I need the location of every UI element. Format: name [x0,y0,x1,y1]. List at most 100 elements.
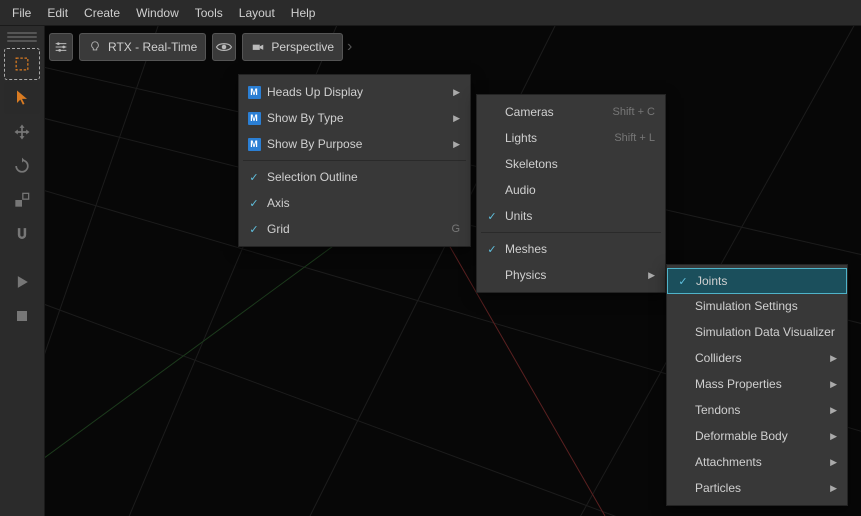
menu-shortcut: G [433,223,460,235]
render-mode-label: RTX - Real-Time [108,40,197,54]
menu-label: Selection Outline [261,170,460,184]
menubar: File Edit Create Window Tools Layout Hel… [0,0,861,26]
menu-shortcut: Shift + C [595,106,656,118]
menu-label: Attachments [689,455,825,469]
menu-item-deformable-body[interactable]: Deformable Body ▶ [667,423,847,449]
magnet-icon [12,224,32,244]
separator [243,160,466,161]
menu-tools[interactable]: Tools [187,2,231,24]
camera-icon [251,40,265,54]
menu-item-simulation-data-visualizer[interactable]: Simulation Data Visualizer [667,319,847,345]
menu-item-cameras[interactable]: Cameras Shift + C [477,99,665,125]
menu-item-show-by-type[interactable]: M Show By Type ▶ [239,105,470,131]
menu-item-mass-properties[interactable]: Mass Properties ▶ [667,371,847,397]
menu-label: Particles [689,481,825,495]
chevron-right-icon: ▶ [448,113,460,124]
select-box-tool[interactable] [4,48,40,80]
menu-item-particles[interactable]: Particles ▶ [667,475,847,501]
check-icon: ✓ [485,210,499,223]
move-tool[interactable] [4,116,40,148]
eye-icon [215,38,233,56]
chevron-right-icon: ▶ [825,353,837,364]
menu-label: Heads Up Display [261,85,448,99]
menu-label: Show By Purpose [261,137,448,151]
camera-mode-dropdown[interactable]: Perspective [242,33,343,61]
chevron-right-icon: ▶ [825,483,837,494]
menu-label: Lights [499,131,596,145]
camera-mode-label: Perspective [271,40,334,54]
menu-item-simulation-settings[interactable]: Simulation Settings [667,293,847,319]
visibility-button[interactable] [212,33,236,61]
menu-item-selection-outline[interactable]: ✓ Selection Outline [239,164,470,190]
grip-icon [7,32,37,42]
menu-item-skeletons[interactable]: Skeletons [477,151,665,177]
chevron-right-icon: ▶ [825,431,837,442]
lightbulb-icon [88,40,102,54]
chevron-right-icon: ▶ [825,379,837,390]
check-icon: ✓ [485,243,499,256]
menu-item-colliders[interactable]: Colliders ▶ [667,345,847,371]
cube-dashed-icon [12,54,32,74]
menu-label: Colliders [689,351,825,365]
scale-icon [12,190,32,210]
menu-item-attachments[interactable]: Attachments ▶ [667,449,847,475]
physics-menu: ✓ Joints Simulation Settings Simulation … [666,264,848,506]
module-badge-icon: M [247,138,261,151]
stop-icon [12,306,32,326]
menu-shortcut: Shift + L [596,132,655,144]
menu-item-audio[interactable]: Audio [477,177,665,203]
separator [481,232,661,233]
rotate-tool[interactable] [4,150,40,182]
menu-file[interactable]: File [4,2,39,24]
menu-label: Tendons [689,403,825,417]
menu-label: Grid [261,222,433,236]
settings-button[interactable] [49,33,73,61]
check-icon: ✓ [247,197,261,210]
cursor-tool[interactable] [4,82,40,114]
menu-item-axis[interactable]: ✓ Axis [239,190,470,216]
menu-label: Physics [499,268,643,282]
menu-item-units[interactable]: ✓ Units [477,203,665,229]
snap-tool[interactable] [4,218,40,250]
scale-tool[interactable] [4,184,40,216]
menu-window[interactable]: Window [128,2,187,24]
menu-item-heads-up-display[interactable]: M Heads Up Display ▶ [239,79,470,105]
chevron-right-icon: ▶ [448,87,460,98]
module-badge-icon: M [247,112,261,125]
menu-layout[interactable]: Layout [231,2,283,24]
menu-help[interactable]: Help [283,2,324,24]
chevron-right-icon: ▶ [643,270,655,281]
module-badge-icon: M [247,86,261,99]
menu-create[interactable]: Create [76,2,128,24]
rotate-icon [12,156,32,176]
menu-item-physics[interactable]: Physics ▶ [477,262,665,288]
menu-edit[interactable]: Edit [39,2,76,24]
chevron-right-icon: ▶ [825,405,837,416]
menu-label: Deformable Body [689,429,825,443]
menu-label: Axis [261,196,460,210]
stop-tool[interactable] [4,300,40,332]
render-mode-dropdown[interactable]: RTX - Real-Time [79,33,206,61]
menu-item-tendons[interactable]: Tendons ▶ [667,397,847,423]
play-tool[interactable] [4,266,40,298]
menu-label: Simulation Data Visualizer [689,325,837,339]
menu-label: Meshes [499,242,655,256]
sliders-icon [53,39,69,55]
menu-label: Simulation Settings [689,299,837,313]
play-icon [12,272,32,292]
show-by-type-menu: Cameras Shift + C Lights Shift + L Skele… [476,94,666,293]
cursor-icon [12,88,32,108]
menu-item-grid[interactable]: ✓ Grid G [239,216,470,242]
move-icon [12,122,32,142]
menu-label: Joints [690,274,836,288]
viewport-toolbar: RTX - Real-Time Perspective › [49,32,352,62]
menu-label: Units [499,209,655,223]
menu-item-joints[interactable]: ✓ Joints [667,268,847,294]
menu-label: Cameras [499,105,595,119]
menu-item-lights[interactable]: Lights Shift + L [477,125,665,151]
check-icon: ✓ [676,275,690,288]
menu-item-meshes[interactable]: ✓ Meshes [477,236,665,262]
check-icon: ✓ [247,223,261,236]
chevron-right-icon: ▶ [825,457,837,468]
menu-item-show-by-purpose[interactable]: M Show By Purpose ▶ [239,131,470,157]
